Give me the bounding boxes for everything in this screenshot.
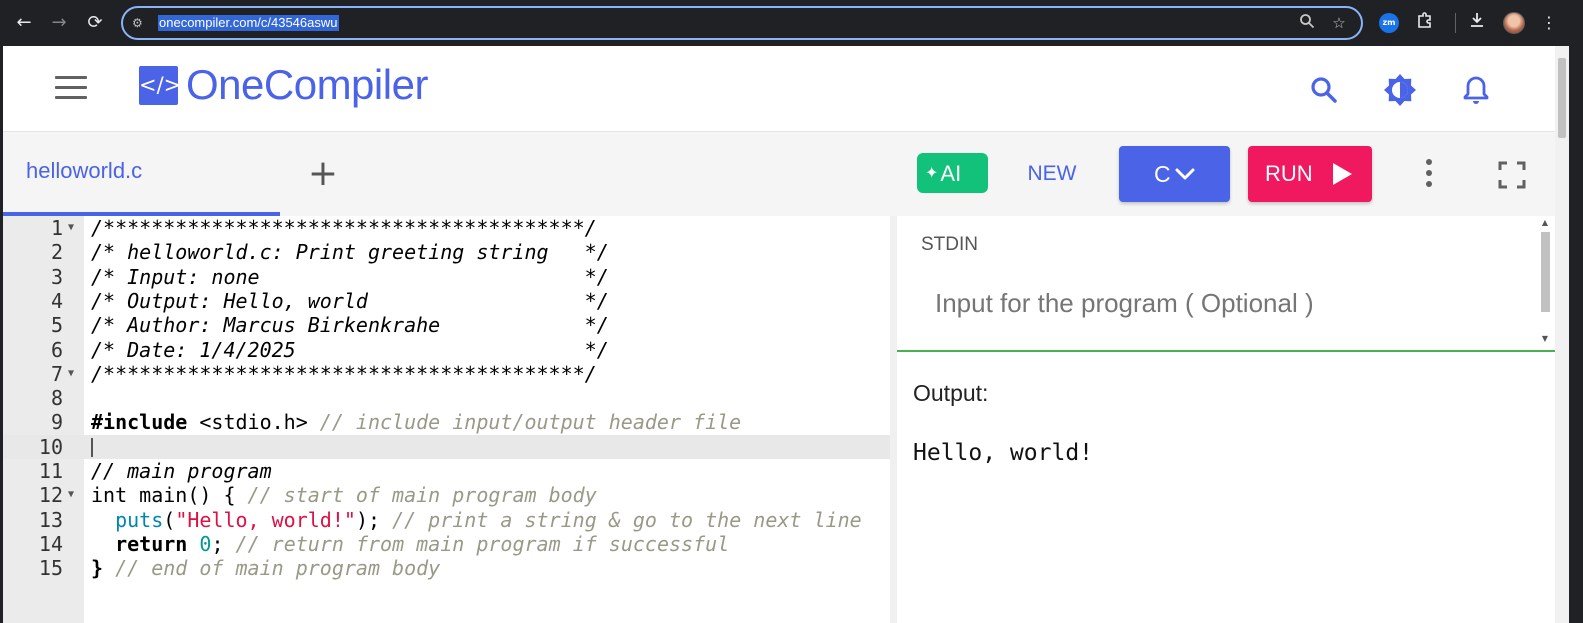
tab-helloworld[interactable]: helloworld.c <box>3 132 280 216</box>
browser-toolbar: ← → ⟳ ⚙ onecompiler.com/c/43546aswu ☆ zm… <box>0 0 1583 46</box>
output-text: Hello, world! <box>913 440 1094 466</box>
code-text: // main program <box>91 459 272 483</box>
code-line[interactable]: 9 #include <stdio.h> // include input/ou… <box>3 410 890 434</box>
line-number: 5 <box>50 313 63 338</box>
code-line[interactable]: 12 ▼ int main() { // start of main progr… <box>3 483 890 507</box>
line-number: 11 <box>38 459 63 483</box>
code-text: /***************************************… <box>91 216 597 240</box>
code-line[interactable]: 3 /* Input: none */ <box>3 265 890 289</box>
stdin-underline <box>897 350 1555 352</box>
text-cursor <box>91 437 93 457</box>
code-text: /* helloworld.c: Print greeting string *… <box>91 240 609 265</box>
code-line[interactable]: 2 /* helloworld.c: Print greeting string… <box>3 240 890 264</box>
code-text: /* Author: Marcus Birkenkrahe */ <box>91 313 609 338</box>
line-number: 1 <box>50 216 63 240</box>
search-icon[interactable] <box>1304 70 1344 110</box>
fold-arrow-icon[interactable]: ▼ <box>68 216 74 240</box>
line-number: 4 <box>50 288 63 313</box>
code-line[interactable]: 6 /* Date: 1/4/2025 */ <box>3 338 890 362</box>
site-settings-icon[interactable]: ⚙ <box>132 15 148 31</box>
code-text: /* Date: 1/4/2025 */ <box>91 337 609 362</box>
scroll-down-icon[interactable]: ▼ <box>1540 334 1550 343</box>
theme-toggle-icon[interactable] <box>1380 70 1420 110</box>
page-scrollbar[interactable] <box>1555 46 1569 623</box>
language-select[interactable]: C <box>1119 146 1230 202</box>
logo-icon[interactable]: </> <box>139 66 181 105</box>
forward-icon[interactable]: → <box>47 11 71 35</box>
language-label: C <box>1154 161 1171 187</box>
code-line-active[interactable]: 10 <box>3 434 890 459</box>
fold-arrow-icon[interactable]: ▼ <box>68 483 74 507</box>
run-button[interactable]: RUN <box>1248 146 1372 202</box>
sparkle-icon: ✦ <box>925 163 939 182</box>
editor-toolbar: helloworld.c + ✦AI NEW C RUN <box>3 132 1555 216</box>
code-text: #include <stdio.h> // include input/outp… <box>91 410 742 435</box>
toolbar-divider <box>1455 13 1456 33</box>
ai-label: AI <box>940 161 962 186</box>
browser-menu-icon[interactable]: ⋮ <box>1537 11 1561 35</box>
stdin-input[interactable] <box>935 288 1525 319</box>
zoom-extension-icon[interactable]: zm <box>1379 13 1399 33</box>
line-number: 8 <box>50 386 63 411</box>
file-tab-label: helloworld.c <box>26 158 143 183</box>
extensions-puzzle-icon[interactable] <box>1413 11 1437 35</box>
code-text: /* Output: Hello, world */ <box>91 288 609 313</box>
zoom-icon[interactable] <box>1297 13 1317 33</box>
scroll-up-icon[interactable]: ▲ <box>1540 218 1550 227</box>
bookmark-star-icon[interactable]: ☆ <box>1329 13 1349 33</box>
stdin-label: STDIN <box>921 234 978 255</box>
code-line[interactable]: 5 /* Author: Marcus Birkenkrahe */ <box>3 313 890 337</box>
back-icon[interactable]: ← <box>12 11 36 35</box>
line-number: 13 <box>38 507 63 532</box>
notification-bell-icon[interactable] <box>1456 70 1496 110</box>
line-number: 2 <box>50 240 63 265</box>
logo-text[interactable]: OneCompiler <box>186 60 428 110</box>
code-text: return 0; // return from main program if… <box>115 531 730 556</box>
code-text: puts("Hello, world!"); // print a string… <box>115 507 862 532</box>
url-text[interactable]: onecompiler.com/c/43546aswu <box>158 15 339 31</box>
address-bar[interactable]: ⚙ onecompiler.com/c/43546aswu ☆ <box>121 6 1363 40</box>
line-number: 14 <box>38 531 63 556</box>
more-options-icon[interactable] <box>1417 154 1441 194</box>
line-number: 12 <box>38 483 63 508</box>
code-text: /* Input: none */ <box>91 264 609 289</box>
line-number: 7 <box>50 361 63 386</box>
code-text: int main() { // start of main program bo… <box>91 483 597 508</box>
code-line[interactable]: 11 // main program <box>3 459 890 483</box>
line-number: 15 <box>38 556 63 581</box>
ai-button[interactable]: ✦AI <box>917 153 988 193</box>
line-number: 10 <box>38 434 63 459</box>
run-label: RUN <box>1265 161 1313 186</box>
io-panel: STDIN ▲ ▼ Output: Hello, world! <box>897 216 1555 623</box>
code-line[interactable]: 4 /* Output: Hello, world */ <box>3 289 890 313</box>
site-header: </> OneCompiler <box>3 46 1555 132</box>
code-line[interactable]: 8 <box>3 386 890 410</box>
code-line[interactable]: 13 puts("Hello, world!"); // print a str… <box>3 508 890 532</box>
code-line[interactable]: 7 ▼ /***********************************… <box>3 362 890 386</box>
code-line[interactable]: 15 } // end of main program body <box>3 556 890 580</box>
page-scroll-thumb[interactable] <box>1558 58 1566 138</box>
play-icon <box>1333 163 1352 185</box>
menu-icon[interactable] <box>55 76 87 100</box>
add-file-button[interactable]: + <box>303 154 343 194</box>
chevron-down-icon <box>1175 168 1195 180</box>
code-text: } // end of main program body <box>91 556 441 581</box>
fold-arrow-icon[interactable]: ▼ <box>68 362 74 386</box>
code-line[interactable]: 1 ▼ /***********************************… <box>3 216 890 240</box>
code-text: /***************************************… <box>91 361 597 386</box>
profile-avatar[interactable] <box>1503 12 1525 34</box>
fullscreen-icon[interactable] <box>1497 160 1527 190</box>
output-label: Output: <box>913 380 989 406</box>
code-editor[interactable]: 1 ▼ /***********************************… <box>3 216 890 623</box>
line-number: 9 <box>50 410 63 435</box>
reload-icon[interactable]: ⟳ <box>83 11 107 35</box>
panel-resize-handle[interactable] <box>890 216 897 623</box>
code-line[interactable]: 14 return 0; // return from main program… <box>3 532 890 556</box>
line-number: 3 <box>50 264 63 289</box>
line-number: 6 <box>50 337 63 362</box>
window-edge-right <box>1569 46 1583 623</box>
download-icon[interactable] <box>1465 11 1489 35</box>
new-button[interactable]: NEW <box>1017 159 1087 189</box>
stdin-scroll-thumb[interactable] <box>1541 232 1550 312</box>
